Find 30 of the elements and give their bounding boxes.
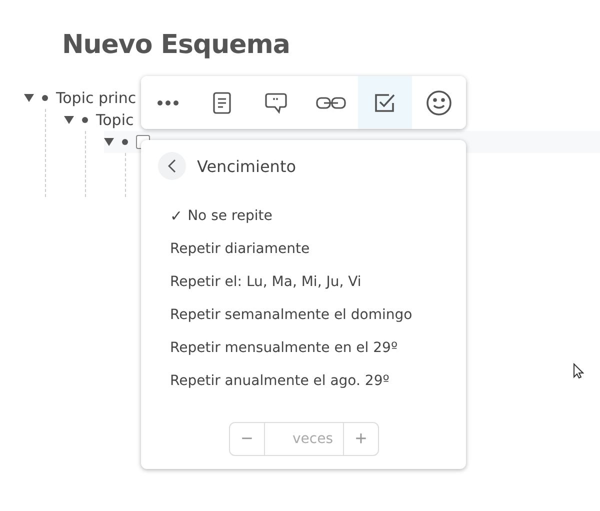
topic-text: Topic: [96, 111, 134, 129]
repeat-option[interactable]: Repetir anualmente el ago. 29º: [170, 371, 466, 390]
count-field[interactable]: veces: [265, 422, 343, 456]
repeat-option[interactable]: ✓ No se repite: [170, 206, 466, 225]
emoji-button[interactable]: [412, 76, 466, 129]
task-button[interactable]: [358, 76, 412, 129]
cursor-icon: [573, 363, 584, 379]
checkbox-icon: [374, 92, 396, 114]
chevron-left-icon: [168, 159, 176, 173]
bullet-icon: [82, 117, 88, 123]
comment-icon: [265, 92, 288, 114]
more-icon: [157, 100, 180, 106]
back-button[interactable]: [158, 152, 186, 180]
check-icon: ✓: [170, 206, 183, 224]
repeat-option[interactable]: Repetir el: Lu, Ma, Mi, Ju, Vi: [170, 272, 466, 291]
bullet-icon: [122, 139, 128, 145]
smiley-icon: [426, 90, 452, 116]
page-title: Nuevo Esquema: [61, 29, 291, 60]
repeat-option[interactable]: Repetir semanalmente el domingo: [170, 305, 466, 324]
topic-text: Topic princ: [56, 89, 136, 107]
repeat-option[interactable]: Repetir mensualmente en el 29º: [170, 338, 466, 357]
link-button[interactable]: [304, 76, 358, 129]
expand-arrow-icon[interactable]: [104, 138, 114, 146]
note-icon: [213, 92, 232, 114]
link-icon: [316, 96, 346, 110]
repeat-option[interactable]: Repetir diariamente: [170, 239, 466, 258]
popup-title: Vencimiento: [197, 156, 296, 176]
bullet-icon: [42, 95, 48, 101]
expand-arrow-icon[interactable]: [64, 116, 74, 124]
expand-arrow-icon[interactable]: [24, 94, 34, 102]
